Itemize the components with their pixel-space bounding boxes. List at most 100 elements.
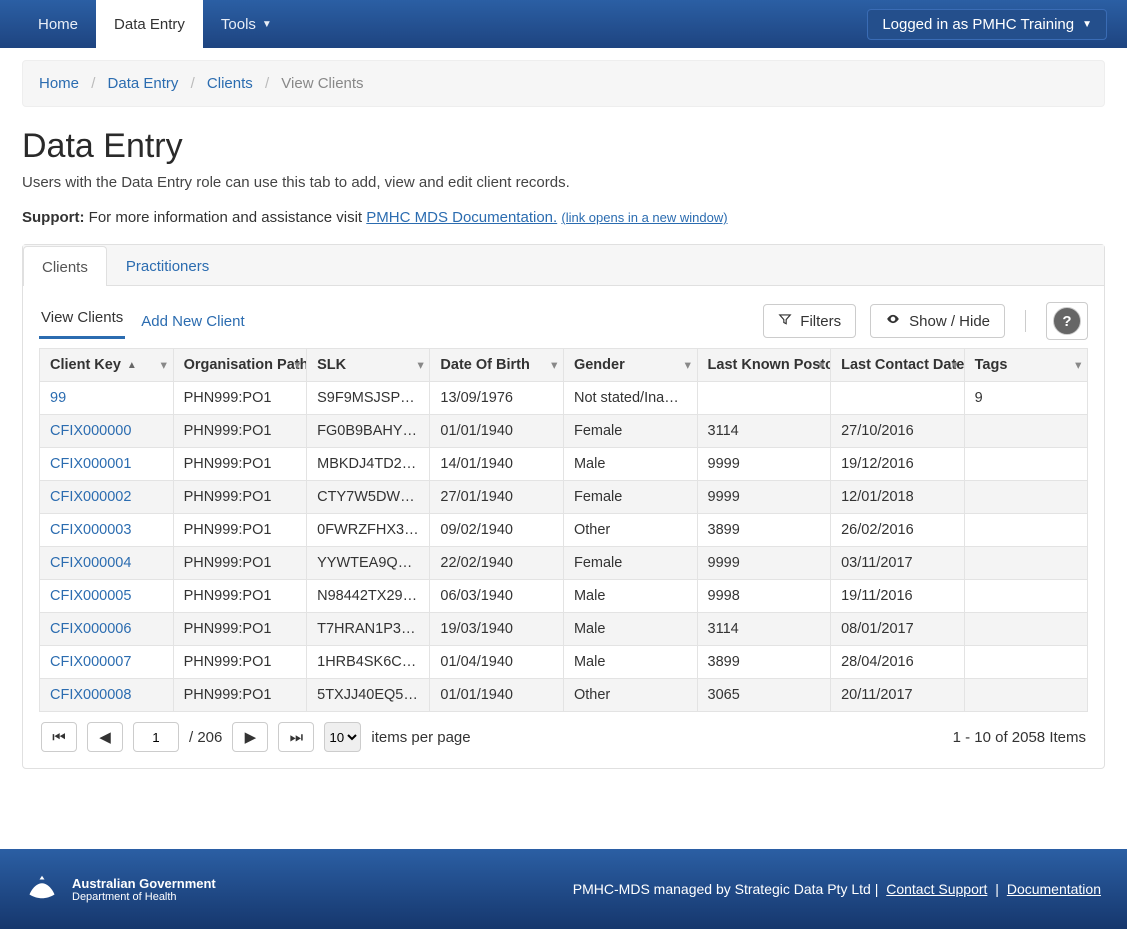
- cell-last_contact: 27/10/2016: [831, 415, 965, 448]
- nav-data-entry[interactable]: Data Entry: [96, 0, 203, 48]
- footer-right: PMHC-MDS managed by Strategic Data Pty L…: [573, 881, 1105, 897]
- cell-org: PHN999:PO1: [173, 547, 307, 580]
- client-key-link[interactable]: CFIX000006: [50, 621, 131, 637]
- client-key-link[interactable]: CFIX000004: [50, 555, 131, 571]
- nav-home[interactable]: Home: [20, 0, 96, 48]
- filters-button[interactable]: Filters: [763, 304, 856, 338]
- column-label: Client Key: [50, 357, 121, 373]
- subtab-add-new-client[interactable]: Add New Client: [139, 307, 246, 336]
- tab-clients[interactable]: Clients: [23, 246, 107, 286]
- column-menu-icon[interactable]: ▾: [952, 359, 958, 372]
- column-header-tags[interactable]: Tags▾: [964, 349, 1087, 382]
- cell-last_contact: [831, 382, 965, 415]
- client-key-link[interactable]: CFIX000008: [50, 687, 131, 703]
- column-label: Organisation Path: [184, 357, 307, 373]
- cell-gender: Male: [563, 448, 697, 481]
- pager-total-pages: / 206: [189, 729, 222, 746]
- column-menu-icon[interactable]: ▾: [1075, 359, 1081, 372]
- cell-slk: CTY7W5DWDHMD…: [307, 481, 430, 514]
- subtab-view-clients[interactable]: View Clients: [39, 303, 125, 339]
- footer-sep: |: [995, 881, 1003, 897]
- cell-dob: 06/03/1940: [430, 580, 564, 613]
- cell-last_contact: 28/04/2016: [831, 646, 965, 679]
- support-text: For more information and assistance visi…: [89, 209, 367, 226]
- showhide-button[interactable]: Show / Hide: [870, 304, 1005, 338]
- cell-gender: Female: [563, 415, 697, 448]
- client-key-link[interactable]: 99: [50, 390, 66, 406]
- cell-client_key: CFIX000008: [40, 679, 174, 712]
- filter-icon: [778, 312, 792, 330]
- cell-org: PHN999:PO1: [173, 514, 307, 547]
- cell-org: PHN999:PO1: [173, 646, 307, 679]
- cell-postcode: 9999: [697, 448, 831, 481]
- cell-dob: 27/01/1940: [430, 481, 564, 514]
- column-header-slk[interactable]: SLK▾: [307, 349, 430, 382]
- footer-docs-link[interactable]: Documentation: [1007, 881, 1101, 897]
- column-header-client_key[interactable]: Client Key▲▾: [40, 349, 174, 382]
- gov-line2: Department of Health: [72, 891, 216, 903]
- cell-dob: 14/01/1940: [430, 448, 564, 481]
- pager-next-button[interactable]: ▶: [232, 722, 268, 752]
- column-menu-icon[interactable]: ▾: [161, 359, 167, 372]
- column-label: Last Known Postcode: [708, 357, 831, 373]
- column-menu-icon[interactable]: ▾: [551, 359, 557, 372]
- gov-line1: Australian Government: [72, 876, 216, 891]
- client-key-link[interactable]: CFIX000005: [50, 588, 131, 604]
- cell-org: PHN999:PO1: [173, 580, 307, 613]
- table-row: CFIX000007PHN999:PO11HRB4SK6CRC71…01/04/…: [40, 646, 1088, 679]
- client-key-link[interactable]: CFIX000002: [50, 489, 131, 505]
- support-ext-link[interactable]: (link opens in a new window): [561, 210, 727, 225]
- cell-dob: 19/03/1940: [430, 613, 564, 646]
- footer-contact-link[interactable]: Contact Support: [886, 881, 987, 897]
- crumb-clients[interactable]: Clients: [207, 75, 253, 92]
- cell-client_key: CFIX000003: [40, 514, 174, 547]
- cell-tags: [964, 547, 1087, 580]
- column-header-org[interactable]: Organisation Path▾: [173, 349, 307, 382]
- clients-panel: Clients Practitioners View Clients Add N…: [22, 244, 1105, 769]
- clients-table: Client Key▲▾Organisation Path▾SLK▾Date O…: [39, 348, 1088, 712]
- crumb-data-entry[interactable]: Data Entry: [108, 75, 179, 92]
- column-header-last_contact[interactable]: Last Contact Date▾: [831, 349, 965, 382]
- column-header-postcode[interactable]: Last Known Postcode▾: [697, 349, 831, 382]
- crumb-home[interactable]: Home: [39, 75, 79, 92]
- column-menu-icon[interactable]: ▾: [685, 359, 691, 372]
- pager-first-button[interactable]: ⏮: [41, 722, 77, 752]
- tab-clients-label: Clients: [42, 259, 88, 276]
- cell-org: PHN999:PO1: [173, 448, 307, 481]
- pager-page-input[interactable]: [133, 722, 179, 752]
- cell-org: PHN999:PO1: [173, 481, 307, 514]
- pager-last-button[interactable]: ⏭: [278, 722, 314, 752]
- login-dropdown[interactable]: Logged in as PMHC Training ▼: [867, 9, 1107, 40]
- nav-tools[interactable]: Tools ▼: [203, 0, 290, 48]
- cell-last_contact: 03/11/2017: [831, 547, 965, 580]
- cell-slk: T7HRAN1P38AWK…: [307, 613, 430, 646]
- gov-text: Australian Government Department of Heal…: [72, 876, 216, 903]
- cell-slk: 5TXJJ40EQ5QDC7…: [307, 679, 430, 712]
- help-button[interactable]: ?: [1046, 302, 1088, 340]
- pager-per-page-select[interactable]: 10: [324, 722, 361, 752]
- pager-prev-button[interactable]: ◀: [87, 722, 123, 752]
- support-link[interactable]: PMHC MDS Documentation.: [366, 209, 557, 226]
- client-key-link[interactable]: CFIX000003: [50, 522, 131, 538]
- client-key-link[interactable]: CFIX000001: [50, 456, 131, 472]
- pager-range: 1 - 10 of 2058 Items: [953, 729, 1086, 746]
- table-row: CFIX000000PHN999:PO1FG0B9BAHYCC34…01/01/…: [40, 415, 1088, 448]
- column-menu-icon[interactable]: ▾: [295, 359, 301, 372]
- crumb-current: View Clients: [281, 75, 363, 92]
- column-header-gender[interactable]: Gender▾: [563, 349, 697, 382]
- tab-practitioners[interactable]: Practitioners: [107, 245, 228, 285]
- column-menu-icon[interactable]: ▾: [418, 359, 424, 372]
- cell-gender: Male: [563, 580, 697, 613]
- footer-managed-by: PMHC-MDS managed by Strategic Data Pty L…: [573, 881, 871, 897]
- cell-client_key: 99: [40, 382, 174, 415]
- tab-practitioners-label: Practitioners: [126, 258, 209, 275]
- column-header-dob[interactable]: Date Of Birth▾: [430, 349, 564, 382]
- cell-client_key: CFIX000002: [40, 481, 174, 514]
- nav-home-label: Home: [38, 16, 78, 33]
- cell-org: PHN999:PO1: [173, 679, 307, 712]
- column-menu-icon[interactable]: ▾: [819, 359, 825, 372]
- cell-postcode: 3114: [697, 613, 831, 646]
- table-row: CFIX000003PHN999:PO10FWRZFHX3ME6H…09/02/…: [40, 514, 1088, 547]
- client-key-link[interactable]: CFIX000007: [50, 654, 131, 670]
- client-key-link[interactable]: CFIX000000: [50, 423, 131, 439]
